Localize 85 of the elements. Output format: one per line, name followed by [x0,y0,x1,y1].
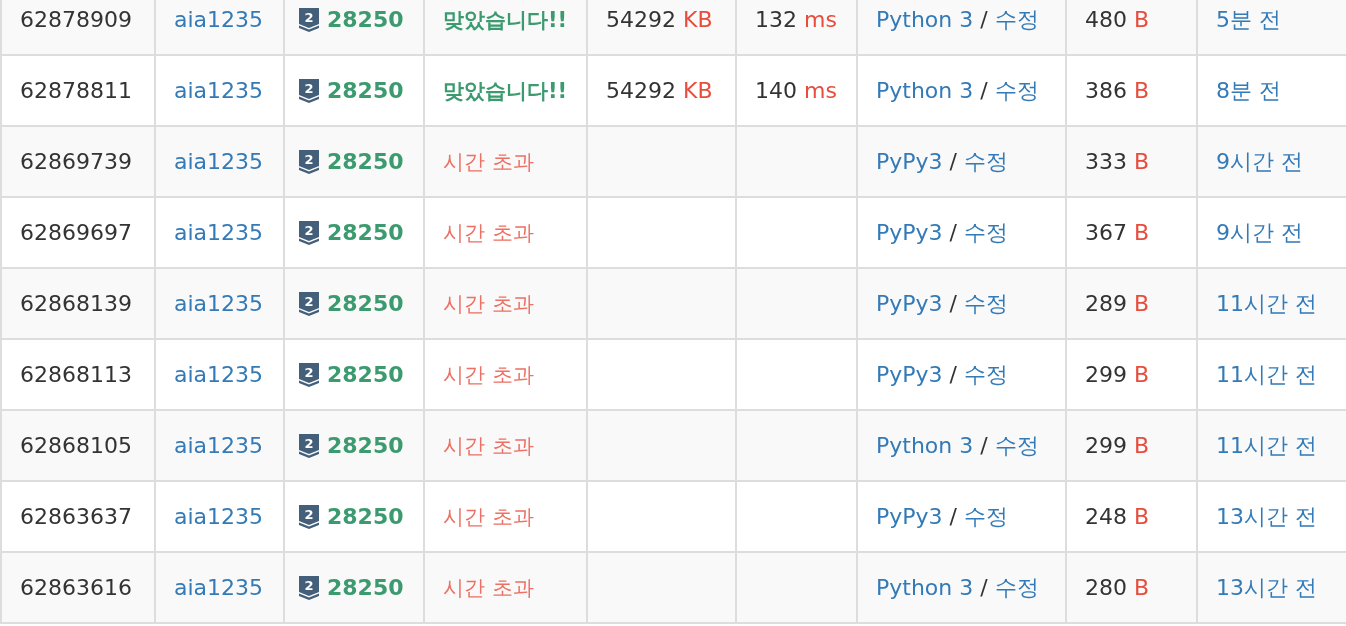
language-link[interactable]: Python 3 [876,575,974,600]
edit-link[interactable]: 수정 [994,4,1039,35]
language-link[interactable]: Python 3 [876,78,974,103]
user-link[interactable]: aia1235 [174,78,264,103]
time-value: 140 ms [755,78,837,103]
submission-id: 62878909 [20,7,132,32]
problem-link[interactable]: 28250 [327,78,404,103]
result-text: 시간 초과 [443,148,534,176]
code-length: 289 B [1085,291,1150,316]
separator: / [949,504,957,529]
problem-link[interactable]: 28250 [327,7,404,32]
language-link[interactable]: PyPy3 [876,149,943,174]
result-text: 시간 초과 [443,219,534,247]
user-link[interactable]: aia1235 [174,149,264,174]
submission-id: 62863637 [20,504,132,529]
memory-value: 54292 KB [606,7,713,32]
result-text: 시간 초과 [443,503,534,531]
edit-link[interactable]: 수정 [964,217,1008,248]
code-length: 280 B [1085,575,1150,600]
problem-link[interactable]: 28250 [327,575,404,600]
language-link[interactable]: PyPy3 [876,220,943,245]
submission-id: 62863616 [20,575,132,600]
edit-link[interactable]: 수정 [994,572,1039,603]
submission-id: 62868113 [20,362,132,387]
submitted-time-link[interactable]: 11시간 전 [1216,359,1317,390]
result-text: 맞았습니다!! [443,6,568,34]
result-text: 시간 초과 [443,290,534,318]
problem-link[interactable]: 28250 [327,220,404,245]
edit-link[interactable]: 수정 [964,288,1008,319]
submitted-time-link[interactable]: 11시간 전 [1216,288,1317,319]
edit-link[interactable]: 수정 [964,501,1008,532]
separator: / [949,220,957,245]
code-length: 333 B [1085,149,1150,174]
memory-value: 54292 KB [606,78,713,103]
problem-link[interactable]: 28250 [327,504,404,529]
language-link[interactable]: PyPy3 [876,504,943,529]
user-link[interactable]: aia1235 [174,362,264,387]
submitted-time-link[interactable]: 13시간 전 [1216,572,1317,603]
code-length: 299 B [1085,362,1150,387]
code-length: 299 B [1085,433,1150,458]
submission-id: 62869739 [20,149,132,174]
result-text: 시간 초과 [443,432,534,460]
separator: / [980,7,988,32]
separator: / [980,433,988,458]
submission-id: 62868105 [20,433,132,458]
separator: / [980,575,988,600]
separator: / [949,291,957,316]
submission-id: 62868139 [20,291,132,316]
submitted-time-link[interactable]: 9시간 전 [1216,217,1303,248]
user-link[interactable]: aia1235 [174,575,264,600]
submitted-time-link[interactable]: 9시간 전 [1216,146,1303,177]
user-link[interactable]: aia1235 [174,504,264,529]
result-text: 시간 초과 [443,361,534,389]
problem-link[interactable]: 28250 [327,291,404,316]
separator: / [949,149,957,174]
problem-link[interactable]: 28250 [327,362,404,387]
edit-link[interactable]: 수정 [964,146,1008,177]
submitted-time-link[interactable]: 13시간 전 [1216,501,1317,532]
language-link[interactable]: Python 3 [876,7,974,32]
submitted-time-link[interactable]: 11시간 전 [1216,430,1317,461]
separator: / [980,78,988,103]
user-link[interactable]: aia1235 [174,433,264,458]
edit-link[interactable]: 수정 [964,359,1008,390]
separator: / [949,362,957,387]
edit-link[interactable]: 수정 [994,430,1039,461]
edit-link[interactable]: 수정 [994,75,1039,106]
language-link[interactable]: Python 3 [876,433,974,458]
problem-link[interactable]: 28250 [327,433,404,458]
submission-id: 62878811 [20,78,132,103]
code-length: 386 B [1085,78,1150,103]
submitted-time-link[interactable]: 8분 전 [1216,75,1281,106]
result-text: 시간 초과 [443,574,534,602]
code-length: 480 B [1085,7,1150,32]
time-value: 132 ms [755,7,837,32]
code-length: 248 B [1085,504,1150,529]
user-link[interactable]: aia1235 [174,291,264,316]
language-link[interactable]: PyPy3 [876,291,943,316]
result-text: 맞았습니다!! [443,77,568,105]
submission-id: 62869697 [20,220,132,245]
language-link[interactable]: PyPy3 [876,362,943,387]
user-link[interactable]: aia1235 [174,220,264,245]
submitted-time-link[interactable]: 5분 전 [1216,4,1281,35]
problem-link[interactable]: 28250 [327,149,404,174]
user-link[interactable]: aia1235 [174,7,264,32]
code-length: 367 B [1085,220,1150,245]
